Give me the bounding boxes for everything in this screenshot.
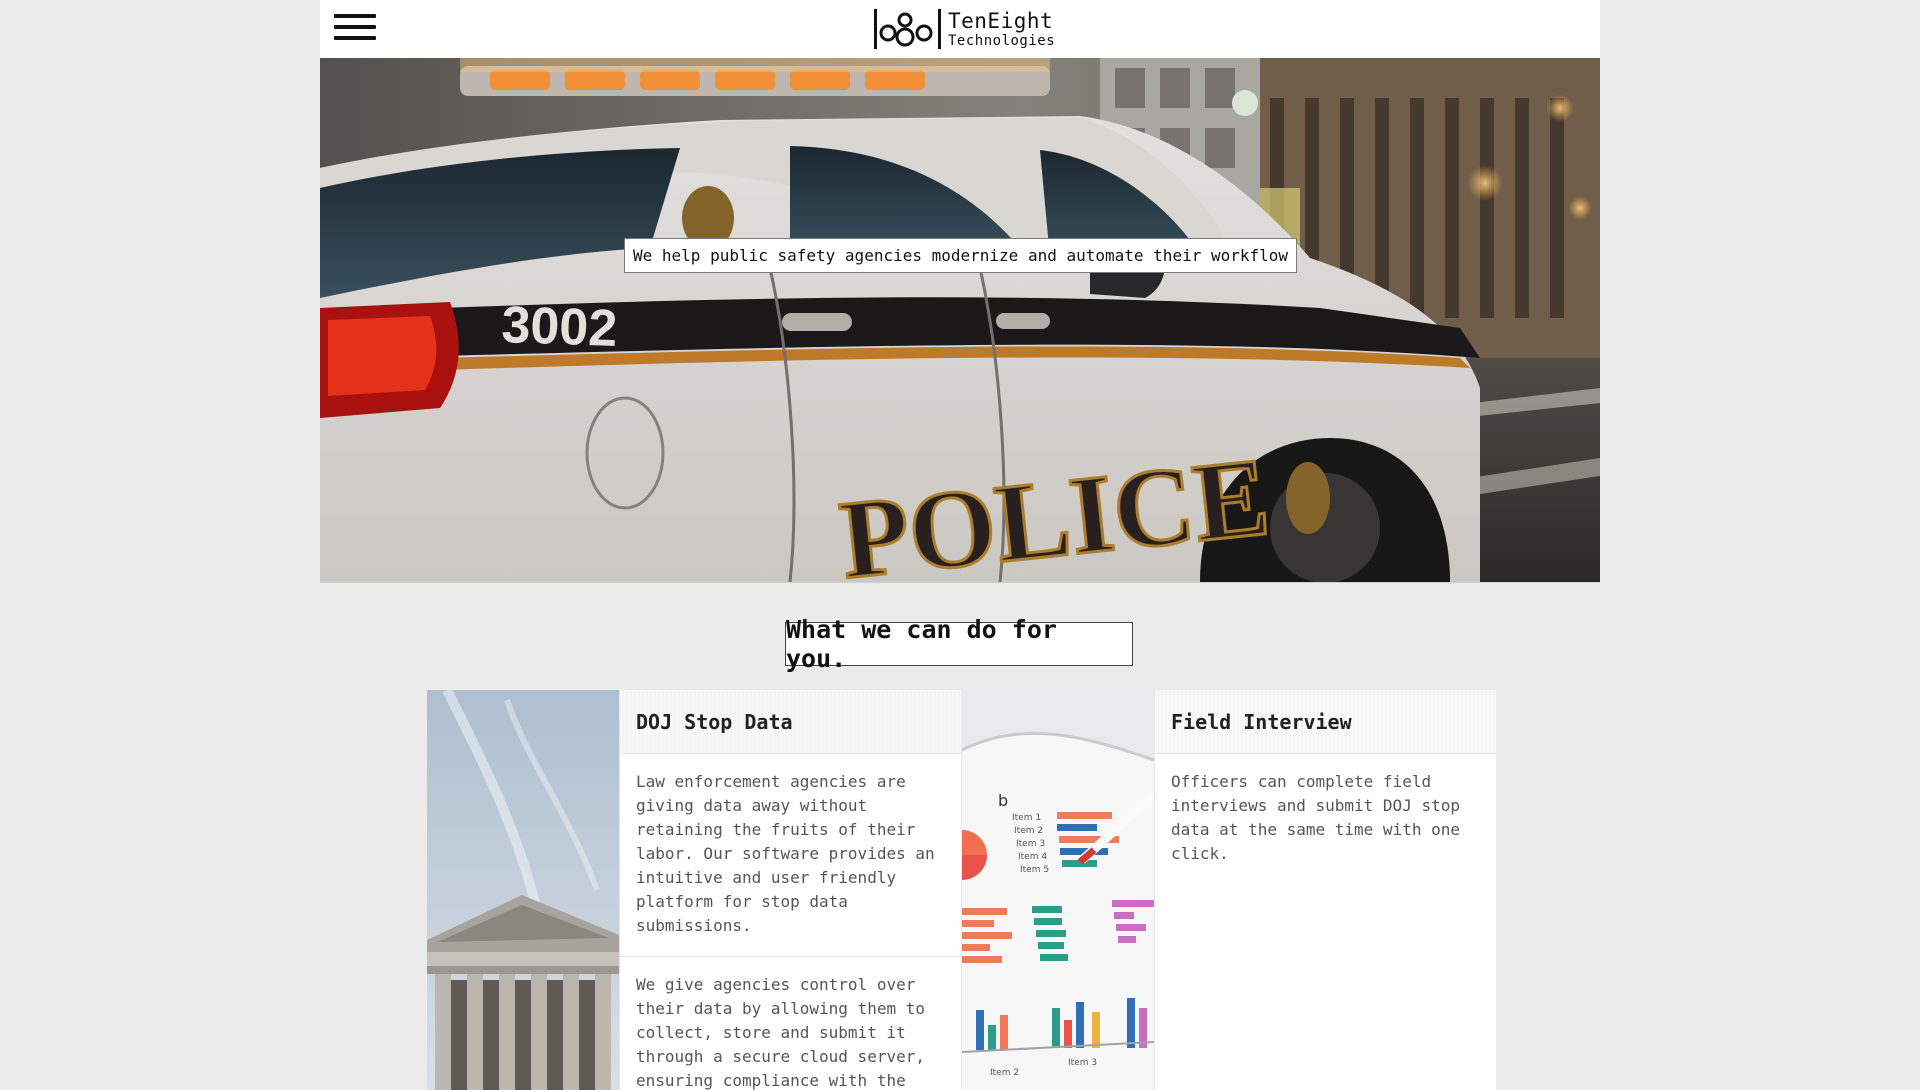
card-paragraph: We give agencies control over their data… (636, 975, 925, 1090)
police-car-photo: 3002 POLICE (320, 58, 1600, 582)
chart-item-label: Item 2 (990, 1068, 1019, 1078)
chart-panel-letter: b (998, 791, 1008, 810)
card-paragraph: Officers can complete field interviews a… (1171, 772, 1460, 863)
hero-tagline: We help public safety agencies modernize… (624, 238, 1298, 273)
chart-item-label: Item 1 (1012, 813, 1041, 823)
logo-tagline: Technologies (948, 32, 1056, 49)
chart-item-label: Item 3 (1068, 1058, 1097, 1068)
hamburger-line (334, 25, 376, 29)
hamburger-line (334, 14, 376, 18)
chart-item-label: Item 2 (1014, 826, 1043, 836)
top-navigation-bar: TenEight Technologies (320, 0, 1600, 59)
card-paragraph: Law enforcement agencies are giving data… (620, 754, 961, 957)
tablet-charts-photo: b Item 1 Item 2 Item 3 Item 4 Item 5 Ite… (962, 690, 1154, 1090)
logo-name: TenEight (948, 8, 1054, 33)
hamburger-line (334, 36, 376, 40)
chart-item-label: Item 5 (1020, 865, 1049, 875)
chart-item-label: Item 3 (1016, 839, 1045, 849)
card-title: DOJ Stop Data (620, 690, 961, 754)
company-logo[interactable]: TenEight Technologies (872, 6, 1055, 52)
service-card-field-interview: b Item 1 Item 2 Item 3 Item 4 Item 5 Ite… (962, 690, 1496, 1090)
service-card-doj-stop-data: DOJ Stop Data Law enforcement agencies a… (427, 690, 961, 1090)
hamburger-menu-icon[interactable] (334, 14, 376, 44)
courthouse-columns-photo (427, 690, 619, 1090)
services-heading: What we can do for you. (785, 615, 1133, 673)
hero-banner: 3002 POLICE We help public safety agenci… (320, 58, 1600, 583)
logo-1080-mark-icon (874, 9, 941, 49)
chart-item-label: Item 4 (1018, 852, 1047, 862)
card-title: Field Interview (1155, 690, 1496, 754)
